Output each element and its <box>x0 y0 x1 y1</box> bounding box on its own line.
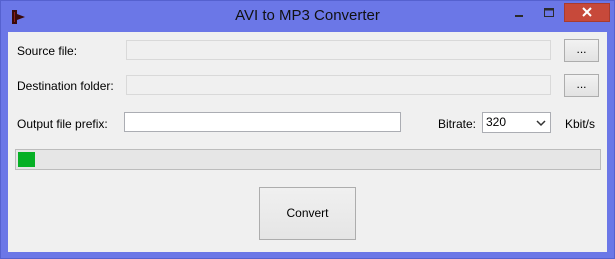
bitrate-value: 320 <box>486 115 507 129</box>
output-prefix-label: Output file prefix: <box>17 117 108 131</box>
close-button[interactable] <box>564 3 610 22</box>
title-bar[interactable]: AVI to MP3 Converter <box>1 1 614 32</box>
chevron-down-icon <box>536 120 546 127</box>
minimize-button[interactable] <box>505 4 533 23</box>
bitrate-label: Bitrate: <box>438 117 477 131</box>
destination-folder-label: Destination folder: <box>17 79 114 93</box>
output-prefix-input[interactable] <box>124 112 401 132</box>
destination-folder-field[interactable] <box>126 75 551 95</box>
bitrate-unit-label: Kbit/s <box>565 117 596 131</box>
client-area: Source file: ... Destination folder: ...… <box>8 32 607 252</box>
source-file-label: Source file: <box>17 44 78 58</box>
minimize-icon <box>515 15 523 17</box>
close-icon <box>582 7 592 17</box>
destination-browse-button[interactable]: ... <box>564 74 599 97</box>
source-browse-button[interactable]: ... <box>564 39 599 62</box>
source-file-field[interactable] <box>126 40 551 60</box>
maximize-icon <box>544 8 554 17</box>
maximize-button[interactable] <box>535 4 563 23</box>
main-window: AVI to MP3 Converter Source file: ... De… <box>0 0 615 259</box>
progress-fill <box>18 152 35 167</box>
bitrate-select[interactable]: 320 <box>482 112 551 133</box>
conversion-progress-bar <box>15 149 601 170</box>
convert-button[interactable]: Convert <box>259 187 356 240</box>
